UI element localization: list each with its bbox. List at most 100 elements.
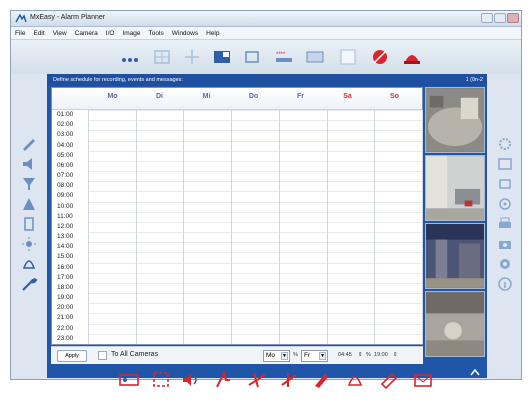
hour-label: 03:00 bbox=[57, 131, 74, 139]
door-icon[interactable] bbox=[20, 216, 38, 232]
day-label-weekend: Sa bbox=[343, 93, 352, 100]
alarm-display-icon[interactable]: **** bbox=[273, 48, 295, 66]
maximize-button[interactable] bbox=[494, 13, 506, 23]
layout-grid-icon[interactable] bbox=[151, 48, 173, 66]
frame-icon[interactable] bbox=[496, 156, 514, 172]
printer-icon[interactable] bbox=[496, 216, 514, 232]
menu-view[interactable]: View bbox=[53, 30, 67, 37]
menu-help[interactable]: Help bbox=[206, 30, 219, 37]
page-indicator: 1 (0n-2 bbox=[465, 77, 483, 83]
target-icon[interactable] bbox=[496, 196, 514, 212]
menu-edit[interactable]: Edit bbox=[33, 30, 44, 37]
svg-text:****: **** bbox=[276, 52, 286, 58]
to-all-cameras-checkbox[interactable] bbox=[98, 351, 107, 360]
gear-icon[interactable] bbox=[496, 256, 514, 272]
more-options-icon[interactable] bbox=[119, 48, 141, 66]
email-icon[interactable] bbox=[412, 370, 434, 390]
from-time-input[interactable]: 04:45 bbox=[338, 352, 352, 358]
switch-icon[interactable] bbox=[246, 370, 268, 390]
day-label: Mo bbox=[107, 93, 118, 100]
info-icon[interactable] bbox=[496, 276, 514, 292]
time-spinner-icon[interactable]: ⇕ bbox=[393, 352, 398, 358]
to-day-value: Fr bbox=[304, 352, 311, 359]
hour-label: 22:00 bbox=[57, 324, 74, 332]
apply-button[interactable]: Apply bbox=[57, 350, 87, 362]
camera-thumbnail[interactable] bbox=[425, 291, 485, 357]
triangle-icon[interactable] bbox=[20, 196, 38, 212]
video-record-icon[interactable] bbox=[118, 370, 140, 390]
from-day-select[interactable]: Mo ▼ bbox=[263, 350, 290, 362]
camera-frame-icon[interactable] bbox=[337, 48, 359, 66]
to-all-cameras-label: To All Cameras bbox=[111, 351, 159, 358]
fullscreen-icon[interactable] bbox=[241, 48, 263, 66]
hour-label: 23:00 bbox=[57, 334, 74, 342]
minimize-button[interactable] bbox=[481, 13, 493, 23]
grid-column-line bbox=[278, 110, 280, 344]
grid-row-line bbox=[88, 232, 422, 234]
hour-label: 13:00 bbox=[57, 233, 74, 241]
bell-icon[interactable] bbox=[20, 256, 38, 272]
menu-io[interactable]: I/O bbox=[106, 30, 115, 37]
grid-row-line bbox=[88, 110, 422, 111]
grid-row-line bbox=[88, 160, 422, 162]
schedule-header: Define schedule for recording, events an… bbox=[47, 74, 487, 86]
split-view-icon[interactable] bbox=[211, 48, 233, 66]
grid-row-line bbox=[88, 150, 422, 152]
camera-thumbnail[interactable] bbox=[425, 223, 485, 289]
grid-column-line bbox=[88, 110, 89, 344]
close-button[interactable] bbox=[507, 13, 519, 23]
grid-row-line bbox=[88, 181, 422, 183]
grid-row-line bbox=[88, 313, 422, 315]
signal-icon[interactable] bbox=[212, 370, 234, 390]
app-window: MxEasy - Alarm Planner File Edit View Ca… bbox=[10, 10, 522, 380]
funnel-icon[interactable] bbox=[20, 176, 38, 192]
menu-windows[interactable]: Windows bbox=[172, 30, 198, 37]
grid-row-line bbox=[88, 252, 422, 254]
no-recording-icon[interactable] bbox=[369, 48, 391, 66]
move-arrows-icon[interactable] bbox=[181, 48, 203, 66]
grid-column-line bbox=[183, 110, 185, 344]
speaker-icon[interactable] bbox=[20, 156, 38, 172]
bell-outline-icon[interactable] bbox=[344, 370, 366, 390]
hour-label: 05:00 bbox=[57, 151, 74, 159]
to-day-select[interactable]: Fr ▼ bbox=[301, 350, 328, 362]
hour-label: 19:00 bbox=[57, 294, 74, 302]
edit-pen-icon[interactable] bbox=[20, 136, 38, 152]
expand-icon[interactable] bbox=[496, 176, 514, 192]
hour-label: 08:00 bbox=[57, 182, 74, 190]
menu-bar: File Edit View Camera I/O Image Tools Wi… bbox=[11, 27, 521, 40]
grid-column-line bbox=[231, 110, 233, 344]
hour-label: 02:00 bbox=[57, 121, 74, 129]
grid-row-line bbox=[88, 140, 422, 142]
chevron-down-icon: ▼ bbox=[281, 352, 288, 360]
menu-camera[interactable]: Camera bbox=[75, 30, 98, 37]
grid-row-line bbox=[88, 333, 422, 335]
time-spinner-icon[interactable]: ⇕ bbox=[358, 352, 363, 358]
hour-column: 01:00 02:00 03:00 04:00 05:00 06:00 07:00 08:00… bbox=[52, 110, 88, 346]
menu-tools[interactable]: Tools bbox=[149, 30, 164, 37]
hour-label: 16:00 bbox=[57, 263, 74, 271]
camera-thumbnail[interactable] bbox=[425, 87, 485, 153]
settings-gear-icon[interactable] bbox=[496, 136, 514, 152]
schedule-cells[interactable] bbox=[88, 110, 423, 344]
sound-icon[interactable] bbox=[180, 370, 202, 390]
record-display-icon[interactable] bbox=[304, 48, 326, 66]
output-icon[interactable] bbox=[278, 370, 300, 390]
grid-column-line bbox=[422, 110, 423, 344]
alarm-trigger-icon[interactable] bbox=[310, 370, 332, 390]
schedule-grid[interactable]: Mo Di Mi Do Fr Sa So 01:00 02:00 03:00 04:0… bbox=[51, 87, 423, 345]
tag-icon[interactable] bbox=[378, 370, 400, 390]
right-sidebar bbox=[487, 74, 521, 374]
schedule-footer: Apply To All Cameras Mo ▼ % Fr ▼ 04:45 ⇕… bbox=[51, 346, 423, 364]
light-icon[interactable] bbox=[20, 236, 38, 252]
menu-image[interactable]: Image bbox=[122, 30, 140, 37]
day-label-weekend: So bbox=[390, 93, 399, 100]
hour-label: 06:00 bbox=[57, 161, 74, 169]
menu-file[interactable]: File bbox=[15, 30, 25, 37]
message-icon[interactable] bbox=[150, 370, 172, 390]
wrench-icon[interactable] bbox=[20, 276, 38, 292]
to-time-input[interactable]: 19:00 bbox=[374, 352, 388, 358]
camera-icon[interactable] bbox=[496, 236, 514, 252]
camera-thumbnail[interactable] bbox=[425, 155, 485, 221]
alarm-bell-icon[interactable] bbox=[401, 48, 423, 66]
